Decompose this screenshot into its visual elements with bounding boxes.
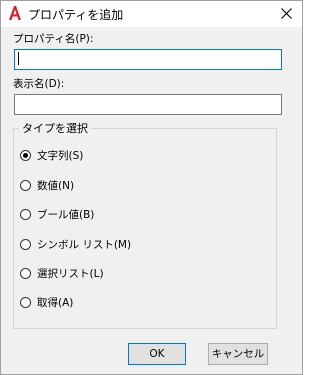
property-name-input[interactable] <box>14 49 282 70</box>
cancel-button[interactable]: キャンセル <box>208 343 268 365</box>
add-property-dialog: プロパティを追加 プロパティ名(P): 表示名(D): タイプを選択 文字列(S… <box>0 0 303 375</box>
radio-button-icon[interactable] <box>20 296 31 308</box>
radio-option-get[interactable]: 取得(A) <box>20 294 73 310</box>
radio-option-selection-list[interactable]: 選択リスト(L) <box>20 265 104 281</box>
radio-option-boolean[interactable]: ブール値(B) <box>20 206 94 222</box>
radio-option-number[interactable]: 数値(N) <box>20 177 74 193</box>
display-name-input[interactable] <box>14 94 282 115</box>
radio-label: ブール値(B) <box>37 208 95 221</box>
radio-button-icon[interactable] <box>20 179 31 191</box>
radio-label: 文字列(S) <box>37 149 84 162</box>
radio-label: シンボル リスト(M) <box>37 238 132 251</box>
property-name-label: プロパティ名(P): <box>13 33 94 45</box>
dialog-title: プロパティを追加 <box>28 8 124 22</box>
title-bar: プロパティを追加 <box>1 1 302 27</box>
close-button[interactable] <box>271 1 302 27</box>
autocad-a-icon <box>8 5 22 21</box>
radio-label: 選択リスト(L) <box>37 267 104 280</box>
text-caret <box>18 52 19 65</box>
radio-button-icon[interactable] <box>20 149 31 161</box>
radio-label: 数値(N) <box>37 179 75 192</box>
ok-button[interactable]: OK <box>128 343 186 365</box>
radio-selected-dot <box>23 152 28 158</box>
close-icon <box>281 8 292 19</box>
type-select-group-title: タイプを選択 <box>19 120 91 136</box>
radio-option-string[interactable]: 文字列(S) <box>20 147 83 163</box>
radio-label: 取得(A) <box>37 296 74 309</box>
radio-button-icon[interactable] <box>20 267 31 279</box>
radio-option-symbol-list[interactable]: シンボル リスト(M) <box>20 236 131 252</box>
display-name-label: 表示名(D): <box>13 78 65 90</box>
radio-button-icon[interactable] <box>20 208 31 220</box>
radio-button-icon[interactable] <box>20 238 31 250</box>
